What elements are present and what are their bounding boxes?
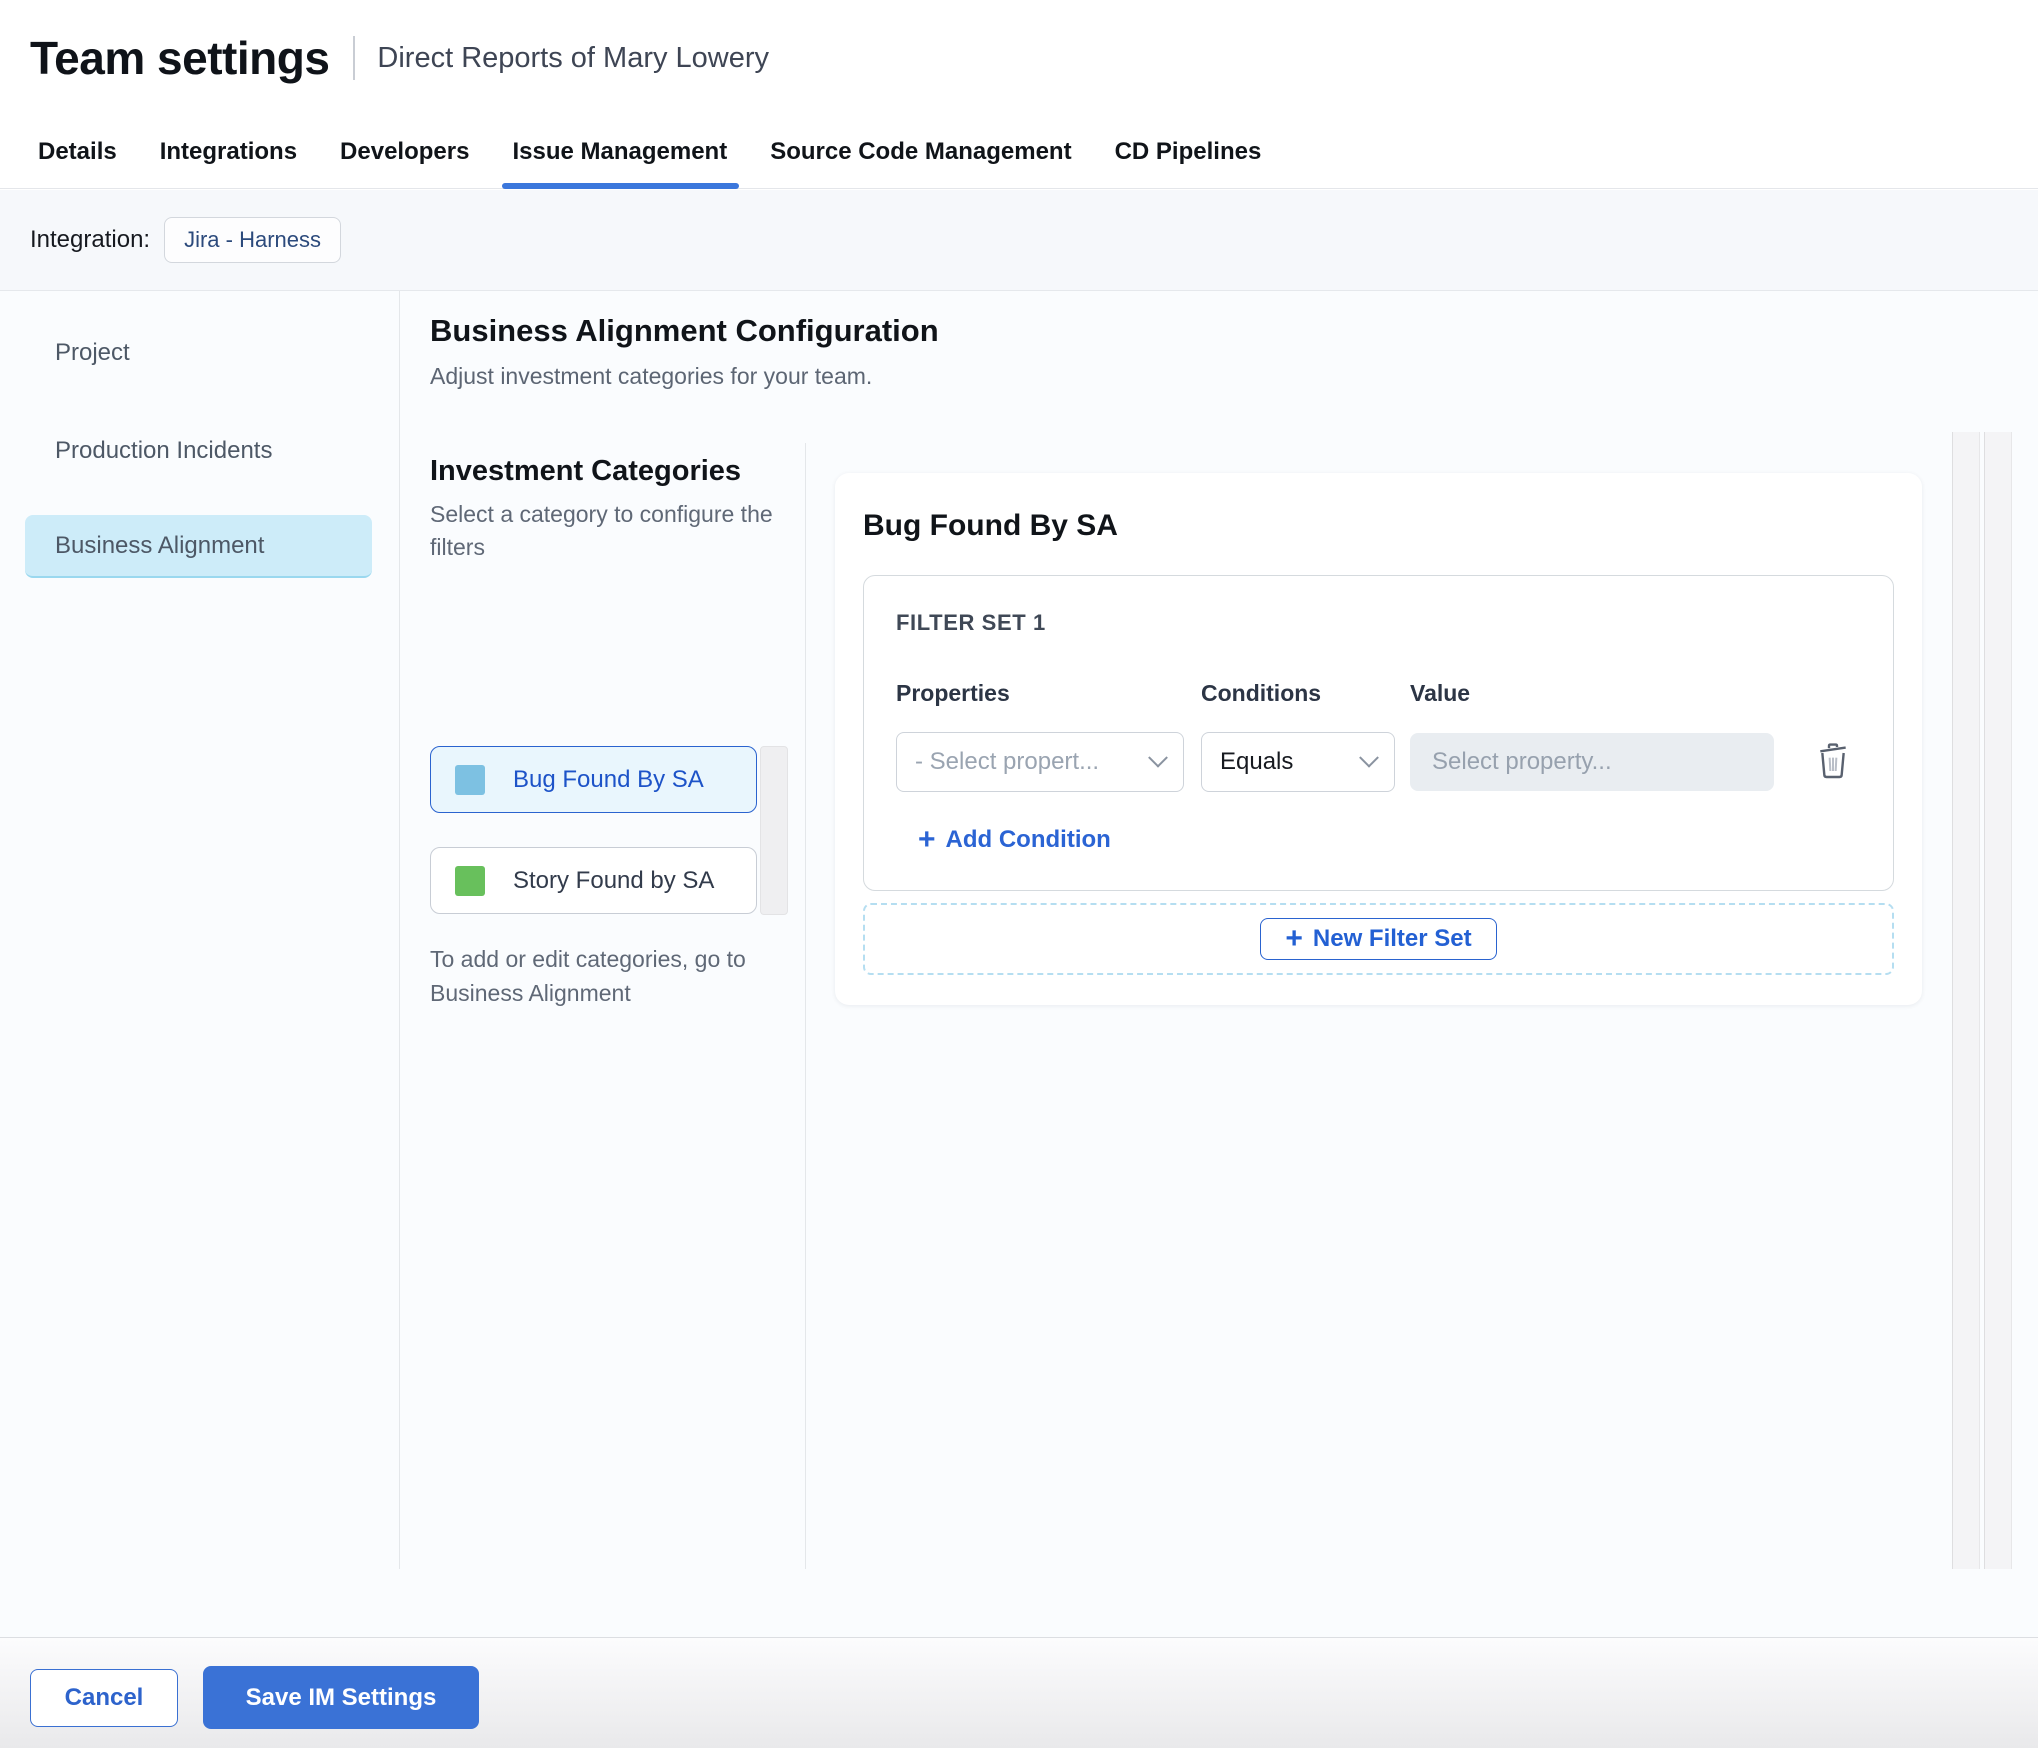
add-condition-label: Add Condition	[945, 826, 1111, 853]
cancel-button[interactable]: Cancel	[30, 1669, 178, 1727]
plus-icon: +	[1285, 922, 1303, 955]
property-select-placeholder: - Select propert...	[915, 748, 1100, 775]
categories-scrollbar[interactable]	[760, 746, 788, 915]
title-divider	[353, 36, 356, 80]
integration-chip[interactable]: Jira - Harness	[164, 217, 342, 263]
conditions-column-label: Conditions	[1201, 680, 1322, 706]
section-subtitle: Adjust investment categories for your te…	[430, 363, 873, 389]
page-header: Team settings Direct Reports of Mary Low…	[0, 0, 2038, 116]
integration-bar: Integration: Jira - Harness	[0, 190, 2038, 291]
delete-condition-button[interactable]	[1813, 742, 1853, 782]
page-title: Team settings	[30, 32, 330, 84]
category-color-swatch	[455, 764, 485, 795]
scrollbar-track[interactable]	[1952, 432, 1980, 1569]
investment-categories-column: Investment Categories Select a category …	[430, 455, 790, 1006]
new-filter-set-button[interactable]: + New Filter Set	[1260, 918, 1497, 960]
column-divider	[805, 443, 806, 1569]
category-story-found-by-sa[interactable]: Story Found by SA	[430, 847, 757, 914]
condition-select[interactable]: Equals	[1201, 732, 1395, 792]
category-label: Bug Found By SA	[513, 765, 704, 793]
sidebar-item-production-incidents[interactable]: Production Incidents	[25, 419, 372, 482]
new-filter-set-dropzone: + New Filter Set	[863, 903, 1894, 975]
category-config-panel: Bug Found By SA FILTER SET 1 Properties …	[835, 473, 1922, 1005]
footer-bar: Cancel Save IM Settings	[0, 1637, 2038, 1748]
tab-cd-pipelines[interactable]: CD Pipelines	[1115, 116, 1262, 188]
value-column-label: Value	[1410, 680, 1471, 706]
sidebar-item-business-alignment[interactable]: Business Alignment	[25, 515, 372, 578]
filter-column-labels: Properties Conditions Value	[896, 680, 1861, 708]
trash-icon	[1817, 742, 1849, 782]
tab-integrations[interactable]: Integrations	[160, 116, 297, 188]
categories-hint: Select a category to configure the filte…	[430, 501, 773, 560]
section-title: Business Alignment Configuration	[430, 313, 939, 348]
value-input[interactable]	[1410, 733, 1774, 791]
scrollbar-track[interactable]	[1984, 432, 2012, 1569]
team-settings-page: Team settings Direct Reports of Mary Low…	[0, 0, 2038, 1748]
integration-label: Integration:	[30, 226, 151, 253]
panel-title: Bug Found By SA	[863, 509, 1118, 542]
filter-set-heading: FILTER SET 1	[896, 610, 1046, 635]
tab-details[interactable]: Details	[38, 116, 117, 188]
property-select[interactable]: - Select propert...	[896, 732, 1184, 792]
category-bug-found-by-sa[interactable]: Bug Found By SA	[430, 746, 757, 813]
tab-source-code-management[interactable]: Source Code Management	[770, 116, 1071, 188]
filter-set-card: FILTER SET 1 Properties Conditions Value…	[863, 575, 1894, 891]
condition-select-value: Equals	[1220, 748, 1294, 775]
save-im-settings-button[interactable]: Save IM Settings	[203, 1666, 479, 1729]
tab-developers[interactable]: Developers	[340, 116, 469, 188]
sidebar-item-project[interactable]: Project	[25, 321, 372, 384]
tab-issue-management[interactable]: Issue Management	[502, 116, 739, 189]
properties-column-label: Properties	[896, 680, 1010, 706]
categories-heading: Investment Categories	[430, 455, 742, 487]
page-subtitle: Direct Reports of Mary Lowery	[377, 41, 770, 74]
content-area: Project Production Incidents Business Al…	[0, 291, 2038, 1637]
chevron-down-icon	[1148, 747, 1168, 768]
filter-condition-row: - Select propert... Equals	[896, 732, 1861, 792]
category-color-swatch	[455, 865, 485, 896]
new-filter-set-label: New Filter Set	[1312, 925, 1472, 952]
chevron-down-icon	[1359, 747, 1379, 768]
add-condition-button[interactable]: + Add Condition	[896, 823, 1111, 856]
categories-footnote: To add or edit categories, go to Busines…	[430, 946, 746, 1006]
category-label: Story Found by SA	[513, 866, 715, 894]
settings-sidebar: Project Production Incidents Business Al…	[0, 291, 400, 1569]
tab-bar: Details Integrations Developers Issue Ma…	[0, 116, 2038, 189]
plus-icon: +	[918, 823, 936, 856]
